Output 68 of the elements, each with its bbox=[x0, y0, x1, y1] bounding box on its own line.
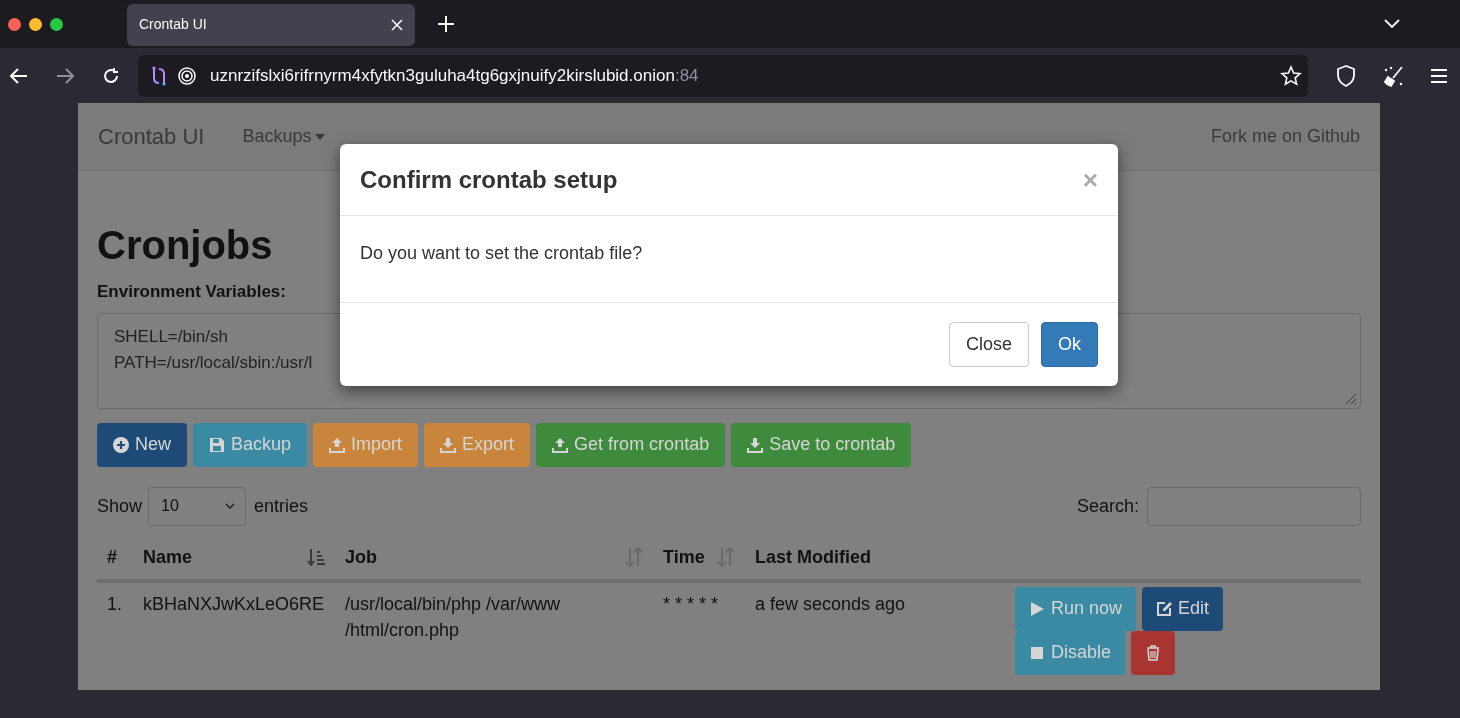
edit-button[interactable]: Edit bbox=[1142, 586, 1224, 631]
sort-ascending-icon bbox=[307, 548, 325, 566]
plus-circle-icon bbox=[113, 436, 129, 453]
download-icon bbox=[440, 436, 457, 453]
get-button[interactable]: Get from crontab bbox=[536, 422, 726, 467]
dialog-close-button[interactable]: × bbox=[1082, 167, 1098, 194]
row-number: 1. bbox=[97, 580, 133, 675]
reload-icon bbox=[102, 66, 120, 85]
dialog-message: Do you want to set the crontab file? bbox=[360, 241, 644, 265]
upload-tray-icon bbox=[329, 436, 346, 453]
env-line: PATH=/usr/local/sbin:/usr/l bbox=[114, 352, 313, 372]
run-button[interactable]: Run now bbox=[1015, 586, 1137, 631]
job-text: /html/cron.php bbox=[345, 618, 461, 642]
menu-icon bbox=[1430, 67, 1448, 84]
play-icon bbox=[1029, 600, 1045, 617]
close-icon bbox=[391, 18, 403, 31]
url-port: :84 bbox=[674, 65, 699, 85]
job-text: /usr/local/bin/php /var/www bbox=[345, 592, 562, 616]
maximize-window-icon[interactable] bbox=[50, 17, 63, 31]
chevron-down-icon bbox=[225, 503, 236, 509]
delete-button[interactable] bbox=[1131, 630, 1176, 675]
column-header[interactable]: # bbox=[107, 543, 117, 571]
show-label: Show bbox=[97, 494, 143, 518]
search-label: Search: bbox=[1076, 494, 1139, 518]
backup-button[interactable]: Backup bbox=[193, 422, 308, 467]
trash-icon bbox=[1145, 644, 1162, 661]
browser-tab[interactable]: Crontab UI bbox=[127, 3, 415, 46]
shield-icon bbox=[1336, 64, 1356, 87]
column-header[interactable]: Name bbox=[143, 543, 193, 571]
close-window-icon[interactable] bbox=[8, 17, 21, 31]
forward-icon bbox=[56, 67, 74, 84]
column-header[interactable]: Last Modified bbox=[755, 543, 871, 571]
env-line: SHELL=/bin/sh bbox=[114, 326, 228, 346]
brand-link[interactable]: Crontab UI bbox=[98, 120, 205, 153]
broom-icon bbox=[1382, 64, 1404, 87]
download-icon bbox=[747, 436, 764, 453]
table-cell: a few seconds ago bbox=[745, 580, 995, 675]
floppy-icon bbox=[209, 436, 225, 453]
column-header[interactable]: Time bbox=[663, 543, 705, 571]
edit-icon bbox=[1156, 600, 1173, 617]
disable-button[interactable]: Disable bbox=[1015, 630, 1126, 675]
minimize-window-icon[interactable] bbox=[29, 17, 42, 31]
circuit-icon bbox=[150, 65, 168, 86]
back-icon bbox=[10, 67, 28, 84]
onion-icon bbox=[178, 66, 196, 85]
backups-menu[interactable]: Backups bbox=[242, 123, 326, 150]
new-button[interactable]: New bbox=[97, 422, 187, 467]
url-text: uznrzifslxi6rifrnyrm4xfytkn3guluha4tg6gxjnuify2kirslubid.onion:84 bbox=[210, 64, 699, 87]
address-bar[interactable]: uznrzifslxi6rifrnyrm4xfytkn3guluha4tg6gxjnuify2kirslubid.onion:84 bbox=[138, 54, 1308, 97]
column-header[interactable]: Job bbox=[345, 543, 377, 571]
page-heading: Cronjobs bbox=[97, 222, 273, 269]
ok-button[interactable]: Ok bbox=[1041, 321, 1098, 367]
stop-icon bbox=[1029, 644, 1045, 661]
close-button[interactable]: Close bbox=[948, 321, 1029, 367]
table-cell: kBHaNXJwKxLeO6RE bbox=[133, 580, 335, 675]
save-button[interactable]: Save to crontab bbox=[731, 422, 912, 467]
new-tab-icon bbox=[437, 15, 455, 33]
upload-icon bbox=[552, 436, 569, 453]
env-label: Environment Variables: bbox=[97, 281, 286, 303]
star-icon bbox=[1280, 64, 1302, 87]
entries-label: entries bbox=[254, 494, 309, 518]
entries-select[interactable]: 10 bbox=[148, 486, 247, 526]
dialog-title: Confirm crontab setup bbox=[360, 166, 618, 195]
caret-icon bbox=[315, 133, 326, 140]
tab-title: Crontab UI bbox=[139, 15, 207, 34]
table-cell: * * * * * bbox=[653, 580, 745, 675]
github-link[interactable]: Fork me on Github bbox=[1210, 123, 1360, 150]
chevron-down-icon bbox=[1384, 19, 1400, 29]
